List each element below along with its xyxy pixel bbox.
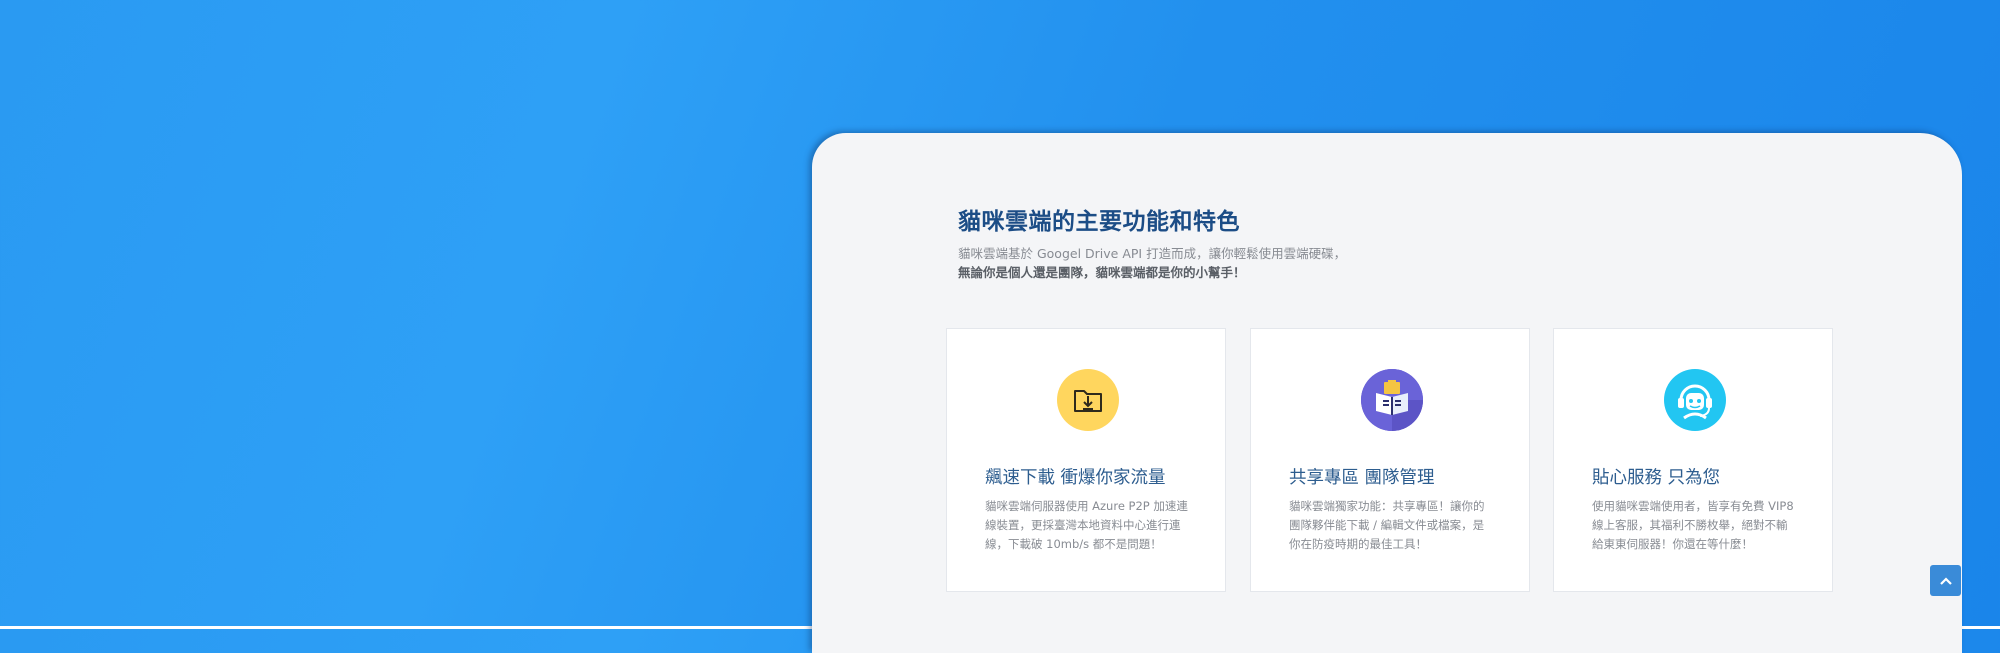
feature-card-support: 貼心服務 只為您 使用貓咪雲端使用者，皆享有免費 VIP8 線上客服，其福利不勝… bbox=[1553, 328, 1833, 592]
back-to-top-button[interactable] bbox=[1930, 565, 1961, 596]
feature-card-title: 貼心服務 只為您 bbox=[1592, 468, 1721, 488]
feature-card-description: 貓咪雲端伺服器使用 Azure P2P 加速連線裝置，更採臺灣本地資料中心進行連… bbox=[985, 499, 1188, 551]
feature-card-download: 飆速下載 衝爆你家流量 貓咪雲端伺服器使用 Azure P2P 加速連線裝置，更… bbox=[946, 328, 1226, 592]
intro-line-2: 無論你是個人還是團隊，貓咪雲端都是你的小幫手！ bbox=[958, 265, 1246, 280]
feature-card-title: 共享專區 團隊管理 bbox=[1289, 468, 1435, 488]
intro-line-1: 貓咪雲端基於 Googel Drive API 打造而成，讓你輕鬆使用雲端硬碟， bbox=[958, 246, 1347, 261]
features-intro: 貓咪雲端基於 Googel Drive API 打造而成，讓你輕鬆使用雲端硬碟，… bbox=[958, 244, 1346, 282]
download-folder-icon bbox=[1057, 369, 1119, 431]
support-agent-icon bbox=[1664, 369, 1726, 431]
features-heading: 貓咪雲端的主要功能和特色 bbox=[958, 209, 1240, 235]
feature-card-title: 飆速下載 衝爆你家流量 bbox=[985, 468, 1166, 488]
chevron-up-icon bbox=[1939, 571, 1953, 590]
book-folder-icon bbox=[1361, 369, 1423, 431]
feature-card-description: 使用貓咪雲端使用者，皆享有免費 VIP8 線上客服，其福利不勝枚舉，絕對不輸給東… bbox=[1592, 499, 1794, 551]
feature-card-description: 貓咪雲端獨家功能：共享專區！讓你的團隊夥伴能下載 / 編輯文件或檔案，是你在防疫… bbox=[1289, 499, 1485, 551]
feature-card-share: 共享專區 團隊管理 貓咪雲端獨家功能：共享專區！讓你的團隊夥伴能下載 / 編輯文… bbox=[1250, 328, 1530, 592]
